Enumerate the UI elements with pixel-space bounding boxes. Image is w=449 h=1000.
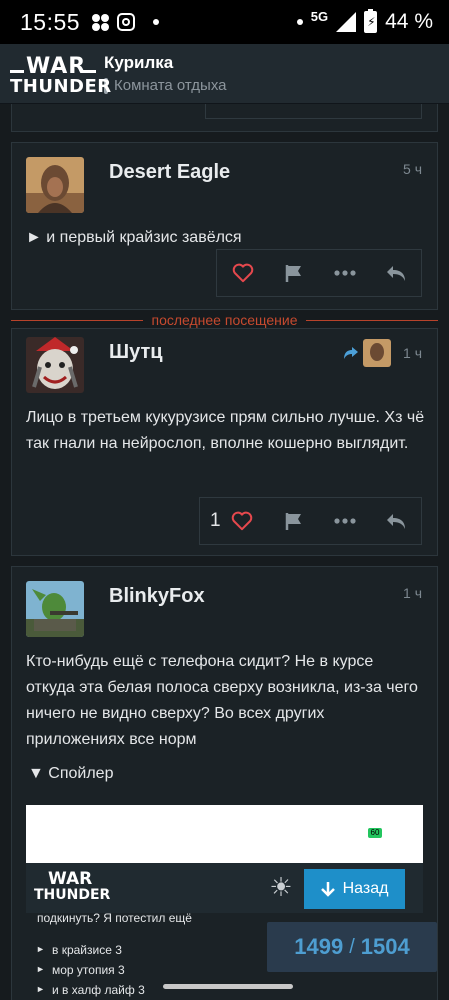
flag-button[interactable] <box>268 250 319 296</box>
post-shutz: Шутц 1 ч Лицо в третьем кукурузисе прям … <box>11 328 438 556</box>
back-button: Назад <box>304 869 405 909</box>
alarm-dot-icon <box>296 19 303 25</box>
post-desert-eagle: Desert Eagle 5 ч ► и первый крайзис завё… <box>11 142 438 310</box>
flag-icon <box>285 513 301 530</box>
post-time[interactable]: 5 ч <box>403 161 422 177</box>
reply-button[interactable] <box>370 498 421 544</box>
pager-separator: / <box>349 935 355 958</box>
status-bar: 15:55 5G ⚡ 44 % <box>0 0 449 44</box>
status-time: 15:55 <box>20 8 81 35</box>
last-visit-label: последнее посещение <box>0 312 449 328</box>
more-dots-icon <box>333 270 356 276</box>
battery-icon: ⚡ <box>364 9 378 33</box>
flag-button[interactable] <box>268 498 319 544</box>
like-count: 1 <box>210 510 221 531</box>
post-actions <box>216 249 422 297</box>
arrow-down-icon <box>320 882 335 897</box>
battery-level: 44 % <box>385 10 433 33</box>
previous-post-fragment <box>11 104 438 132</box>
post-body: Лицо в третьем кукурузисе прям сильно лу… <box>26 409 425 452</box>
post-body: Кто-нибудь ещё с телефона сидит? Не в ку… <box>26 653 418 748</box>
reply-arrow-icon <box>344 347 358 359</box>
post-progress-indicator[interactable]: 1499 / 1504 <box>267 922 437 972</box>
heart-icon <box>232 263 253 283</box>
notification-app-icon <box>92 13 110 31</box>
more-dots-icon <box>333 518 356 524</box>
white-bar-area <box>26 805 423 863</box>
instagram-icon <box>117 13 136 31</box>
category-label[interactable]: Комната отдыха <box>104 77 227 94</box>
reply-icon <box>386 266 405 281</box>
reply-to-indicator[interactable] <box>343 339 391 367</box>
screenshot-header: WAR THUNDER ☀ Назад <box>26 863 423 913</box>
post-actions <box>205 104 422 119</box>
avatar[interactable] <box>26 581 84 637</box>
post-feed[interactable]: Desert Eagle 5 ч ► и первый крайзис завё… <box>0 104 449 1000</box>
flag-icon <box>285 265 301 282</box>
post-author[interactable]: Desert Eagle <box>109 161 230 184</box>
heart-icon <box>231 511 252 531</box>
post-actions: 1 <box>199 497 422 545</box>
topic-title[interactable]: Курилка <box>104 53 227 73</box>
gesture-navigation-bar[interactable] <box>163 984 293 989</box>
like-button[interactable]: 1 <box>200 498 268 544</box>
spoiler-toggle[interactable]: ▼ Спойлер <box>28 765 113 783</box>
reply-icon <box>386 514 405 529</box>
like-button[interactable] <box>217 250 268 296</box>
reply-button[interactable] <box>370 250 421 296</box>
more-notifications-icon <box>153 19 160 25</box>
avatar[interactable] <box>26 337 84 393</box>
post-author[interactable]: Шутц <box>109 341 163 364</box>
war-thunder-logo[interactable]: WAR THUNDER <box>10 52 111 97</box>
screenshot-badge: 60 <box>368 828 382 838</box>
current-post-number: 1499 <box>294 934 344 959</box>
reply-to-avatar <box>363 339 391 367</box>
post-time[interactable]: 1 ч <box>403 345 422 361</box>
more-button[interactable] <box>319 250 370 296</box>
post-body: ► и первый крайзис завёлся <box>26 229 242 246</box>
more-button[interactable] <box>319 498 370 544</box>
signal-icon <box>336 12 357 32</box>
post-time[interactable]: 1 ч <box>403 585 422 601</box>
war-thunder-logo: WAR THUNDER <box>34 869 111 903</box>
network-type: 5G <box>310 8 329 24</box>
avatar[interactable] <box>26 157 84 213</box>
app-header: WAR THUNDER Курилка Комната отдыха <box>0 44 449 104</box>
total-post-number: 1504 <box>360 934 410 959</box>
post-author[interactable]: BlinkyFox <box>109 585 205 608</box>
sun-icon: ☀ <box>269 872 293 902</box>
